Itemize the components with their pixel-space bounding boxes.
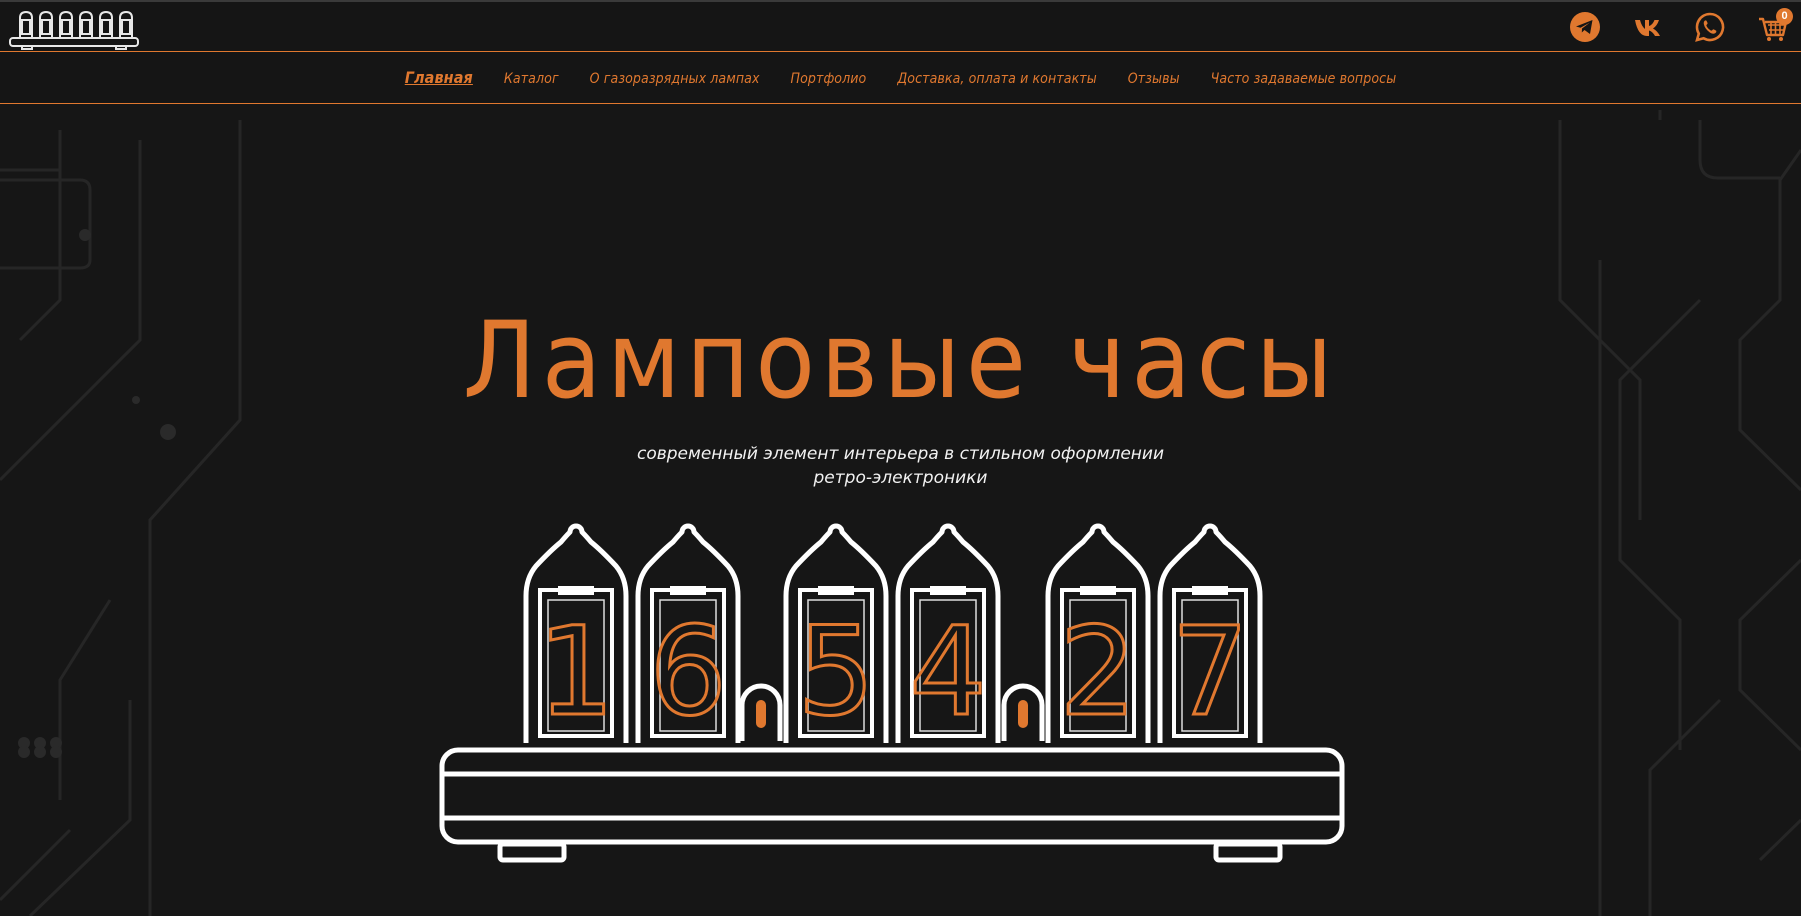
nixie-clock-illustration: 1 6 5 4 2 7 [439, 0, 1345, 863]
clock-digit-5: 2 [1059, 601, 1137, 743]
clock-base [439, 747, 1345, 863]
clock-digit-1: 1 [537, 601, 615, 743]
clock-digit-2: 6 [649, 601, 727, 743]
clock-digit-4: 4 [909, 601, 987, 743]
page: 0 Главная Каталог О газоразрядных лампах… [0, 0, 1801, 916]
clock-digit-6: 7 [1171, 601, 1249, 743]
clock-digit-3: 5 [797, 601, 875, 743]
colon-lamp-1 [742, 686, 780, 741]
colon-lamp-2 [1004, 686, 1042, 741]
